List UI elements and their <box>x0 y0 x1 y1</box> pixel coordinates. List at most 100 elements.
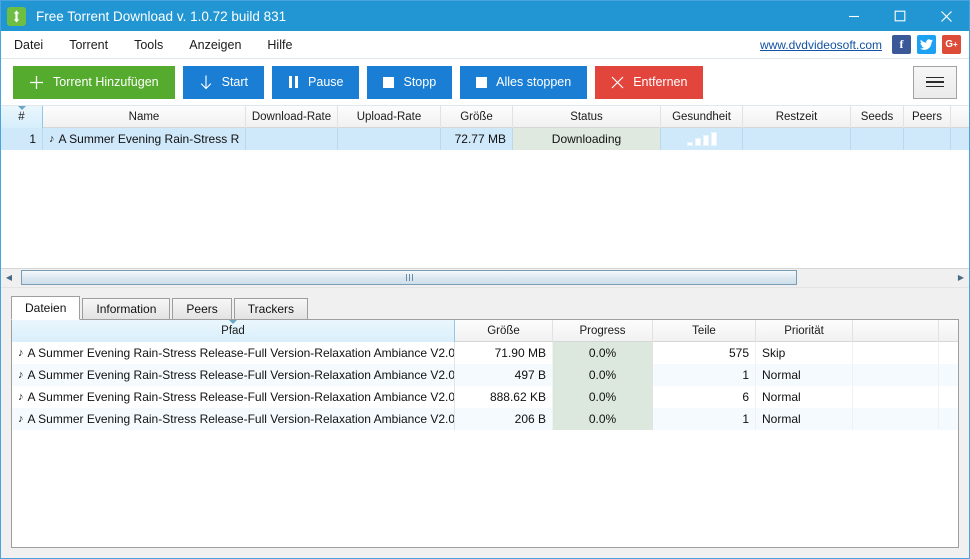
window-title: Free Torrent Download v. 1.0.72 build 83… <box>36 8 287 24</box>
column-header-path[interactable]: Pfad <box>12 319 455 342</box>
stop-all-label: Alles stoppen <box>496 75 572 89</box>
scroll-left-icon[interactable]: ◀ <box>1 269 17 286</box>
torrent-table-body[interactable]: 1 ♪ A Summer Evening Rain-Stress R 72.77… <box>1 128 969 269</box>
table-row[interactable]: ♪ A Summer Evening Rain-Stress Release-F… <box>12 363 958 386</box>
cell-spacer <box>853 407 939 430</box>
cell-priority: Skip <box>756 341 853 364</box>
column-header-remaining-time[interactable]: Restzeit <box>743 106 851 128</box>
scrollbar-thumb[interactable] <box>21 270 797 285</box>
cell-path: ♪ A Summer Evening Rain-Stress Release-F… <box>12 407 455 430</box>
cell-progress: 0.0% <box>553 385 653 408</box>
column-header-pieces[interactable]: Teile <box>653 319 756 342</box>
twitter-icon[interactable] <box>917 35 936 54</box>
remove-label: Entfernen <box>633 75 688 89</box>
cell-upload-rate <box>338 128 441 150</box>
music-note-icon: ♪ <box>49 133 55 145</box>
stop-button[interactable]: Stopp <box>367 65 453 99</box>
cell-peers <box>904 128 951 150</box>
website-link[interactable]: www.dvdvideosoft.com <box>760 38 882 52</box>
tab-trackers[interactable]: Trackers <box>233 297 308 320</box>
close-icon[interactable] <box>923 1 969 31</box>
bottom-panel: Dateien Information Peers Trackers Pfad … <box>1 287 969 558</box>
tab-peers[interactable]: Peers <box>172 297 232 320</box>
tab-panel-dateien: Pfad Größe Progress Teile Priorität ♪ A … <box>11 318 959 548</box>
music-note-icon: ♪ <box>18 346 24 359</box>
start-label: Start <box>221 75 249 89</box>
status-badge: Downloading <box>513 128 661 150</box>
stop-all-square-icon <box>476 76 488 88</box>
column-header-name[interactable]: Name <box>43 106 246 128</box>
column-header-size[interactable]: Größe <box>441 106 513 128</box>
column-header-seeds[interactable]: Seeds <box>851 106 904 128</box>
hamburger-menu-icon[interactable] <box>913 65 957 99</box>
menu-item-tools[interactable]: Tools <box>121 35 176 55</box>
menu-item-datei[interactable]: Datei <box>1 35 56 55</box>
cell-progress: 0.0% <box>553 363 653 386</box>
menu-item-anzeigen[interactable]: Anzeigen <box>176 35 254 55</box>
cell-path-text: A Summer Evening Rain-Stress Release-Ful… <box>27 345 455 360</box>
table-row[interactable]: ♪ A Summer Evening Rain-Stress Release-F… <box>12 341 958 364</box>
toolbar: Torrent Hinzufügen Start Pause Stopp All <box>1 59 969 106</box>
horizontal-scrollbar[interactable]: ◀ ▶ <box>1 268 969 288</box>
menu-item-hilfe[interactable]: Hilfe <box>254 35 305 55</box>
cell-file-size: 206 B <box>455 407 553 430</box>
google-plus-icon[interactable]: G + <box>942 35 961 54</box>
cell-seeds <box>851 128 904 150</box>
sort-ascending-icon <box>229 319 237 324</box>
cell-spacer <box>853 363 939 386</box>
start-button[interactable]: Start <box>182 65 265 99</box>
pause-icon <box>288 76 299 88</box>
cell-number: 1 <box>1 128 43 150</box>
plus-icon <box>29 75 44 90</box>
cell-name: ♪ A Summer Evening Rain-Stress R <box>43 128 246 150</box>
music-note-icon: ♪ <box>18 368 24 381</box>
scrollbar-track[interactable] <box>17 269 953 286</box>
window-controls <box>831 1 969 31</box>
maximize-icon[interactable] <box>877 1 923 31</box>
cell-spacer <box>853 341 939 364</box>
cell-progress: 0.0% <box>553 341 653 364</box>
cell-path-text: A Summer Evening Rain-Stress Release-Ful… <box>27 411 455 426</box>
column-header-download-rate[interactable]: Download-Rate <box>246 106 338 128</box>
cell-progress: 0.0% <box>553 407 653 430</box>
column-header-status[interactable]: Status <box>513 106 661 128</box>
column-header-health[interactable]: Gesundheit <box>661 106 743 128</box>
file-table-header: Pfad Größe Progress Teile Priorität <box>12 319 958 342</box>
app-window: Free Torrent Download v. 1.0.72 build 83… <box>0 0 970 559</box>
remove-button[interactable]: Entfernen <box>595 65 704 99</box>
table-row[interactable]: ♪ A Summer Evening Rain-Stress Release-F… <box>12 385 958 408</box>
column-header-priority[interactable]: Priorität <box>756 319 853 342</box>
close-x-icon <box>611 76 624 89</box>
cell-health <box>661 128 743 150</box>
pause-label: Pause <box>308 75 344 89</box>
column-header-upload-rate[interactable]: Upload-Rate <box>338 106 441 128</box>
cell-download-rate <box>246 128 338 150</box>
stop-all-button[interactable]: Alles stoppen <box>460 65 588 99</box>
table-row[interactable]: 1 ♪ A Summer Evening Rain-Stress R 72.77… <box>1 128 969 150</box>
facebook-icon[interactable]: f <box>892 35 911 54</box>
tab-dateien[interactable]: Dateien <box>11 295 81 320</box>
minimize-icon[interactable] <box>831 1 877 31</box>
cell-name-text: A Summer Evening Rain-Stress R <box>58 132 240 146</box>
column-header-file-size[interactable]: Größe <box>455 319 553 342</box>
music-note-icon: ♪ <box>18 412 24 425</box>
table-row[interactable]: ♪ A Summer Evening Rain-Stress Release-F… <box>12 407 958 430</box>
stop-label: Stopp <box>403 75 437 89</box>
column-label: # <box>18 111 25 123</box>
column-header-peers[interactable]: Peers <box>904 106 951 128</box>
cell-path: ♪ A Summer Evening Rain-Stress Release-F… <box>12 363 455 386</box>
menu-item-torrent[interactable]: Torrent <box>56 35 121 55</box>
column-label: Pfad <box>221 324 245 337</box>
scrollbar-grip-icon <box>405 274 413 281</box>
add-torrent-button[interactable]: Torrent Hinzufügen <box>13 65 175 99</box>
column-header-number[interactable]: # <box>1 106 43 128</box>
menu-bar-right: www.dvdvideosoft.com f G + <box>760 35 969 54</box>
column-header-progress[interactable]: Progress <box>553 319 653 342</box>
scroll-right-icon[interactable]: ▶ <box>953 269 969 286</box>
pause-button[interactable]: Pause <box>272 65 360 99</box>
app-icon <box>7 6 26 26</box>
cell-pieces: 575 <box>653 341 756 364</box>
tab-information[interactable]: Information <box>82 297 171 320</box>
menu-bar: Datei Torrent Tools Anzeigen Hilfe www.d… <box>1 31 969 59</box>
cell-path: ♪ A Summer Evening Rain-Stress Release-F… <box>12 341 455 364</box>
